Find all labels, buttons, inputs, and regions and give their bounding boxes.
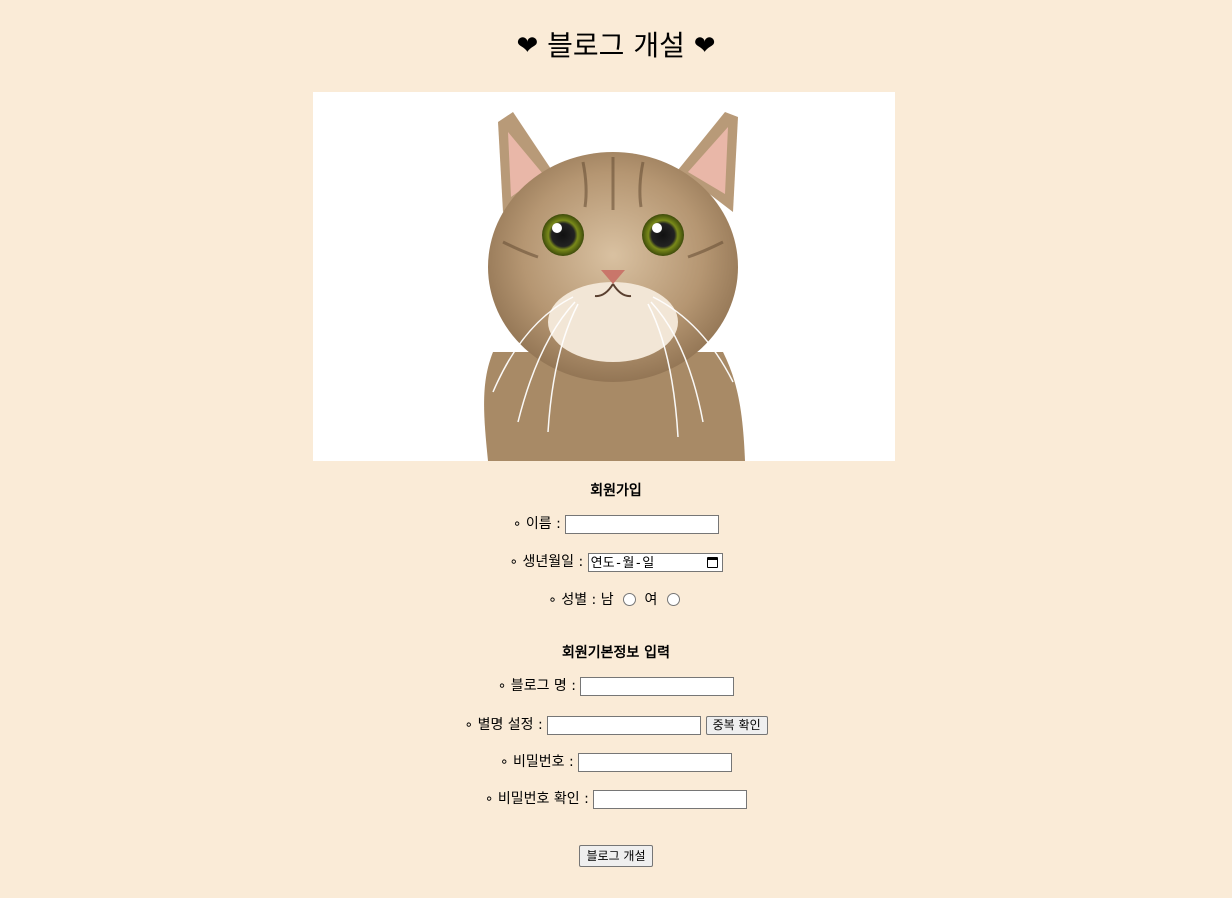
duplicate-check-button[interactable]: 중복 확인 bbox=[705, 715, 768, 735]
password-row: ∘ 비밀번호 : bbox=[0, 752, 1232, 772]
gender-label: ∘ 성별 : 남 bbox=[548, 592, 614, 608]
gender-female-label: 여 bbox=[644, 592, 658, 608]
page-title-text: 블로그 개설 bbox=[547, 29, 685, 62]
password-input[interactable] bbox=[578, 752, 733, 772]
name-row: ∘ 이름 : bbox=[0, 514, 1232, 534]
password-confirm-input[interactable] bbox=[593, 789, 748, 809]
signup-heading: 회원가입 bbox=[590, 483, 642, 499]
name-label: ∘ 이름 : bbox=[512, 516, 561, 532]
birthdate-value: 연도-월-일 bbox=[590, 555, 655, 571]
gender-row: ∘ 성별 : 남 여 bbox=[0, 590, 1232, 610]
blog-name-row: ∘ 블로그 명 : bbox=[0, 676, 1232, 696]
password-label: ∘ 비밀번호 : bbox=[499, 754, 574, 770]
cat-photo bbox=[313, 92, 895, 461]
gender-male-radio[interactable] bbox=[623, 592, 637, 606]
nickname-input[interactable] bbox=[547, 715, 702, 735]
nickname-row: ∘ 별명 설정 : 중복 확인 bbox=[0, 715, 1232, 735]
birthdate-label: ∘ 생년월일 : bbox=[509, 554, 584, 570]
name-input[interactable] bbox=[565, 514, 720, 534]
calendar-icon[interactable] bbox=[706, 556, 718, 568]
heart-icon: ❤ bbox=[693, 31, 716, 61]
birthdate-row: ∘ 생년월일 : 연도-월-일 bbox=[0, 552, 1232, 572]
blog-name-input[interactable] bbox=[580, 676, 735, 696]
heart-icon: ❤ bbox=[516, 31, 539, 61]
create-blog-button[interactable]: 블로그 개설 bbox=[579, 845, 653, 867]
nickname-label: ∘ 별명 설정 : bbox=[464, 717, 543, 733]
submit-row: 블로그 개설 bbox=[0, 845, 1232, 867]
page-title: ❤ 블로그 개설 ❤ bbox=[0, 26, 1232, 66]
blog-signup-page: ❤ 블로그 개설 ❤ 회원가입 ∘ 이름: ∘ 생년월일: 연도-월-일 ∘… bbox=[0, 0, 1232, 898]
birthdate-input[interactable]: 연도-월-일 bbox=[587, 552, 723, 572]
basic-info-heading: 회원기본정보 입력 bbox=[562, 645, 670, 661]
blog-name-label: ∘ 블로그 명 : bbox=[497, 678, 576, 694]
password-confirm-label: ∘ 비밀번호 확인 : bbox=[484, 791, 589, 807]
gender-female-radio[interactable] bbox=[666, 592, 680, 606]
password-confirm-row: ∘ 비밀번호 확인 : bbox=[0, 789, 1232, 809]
cat-illustration bbox=[313, 92, 895, 461]
